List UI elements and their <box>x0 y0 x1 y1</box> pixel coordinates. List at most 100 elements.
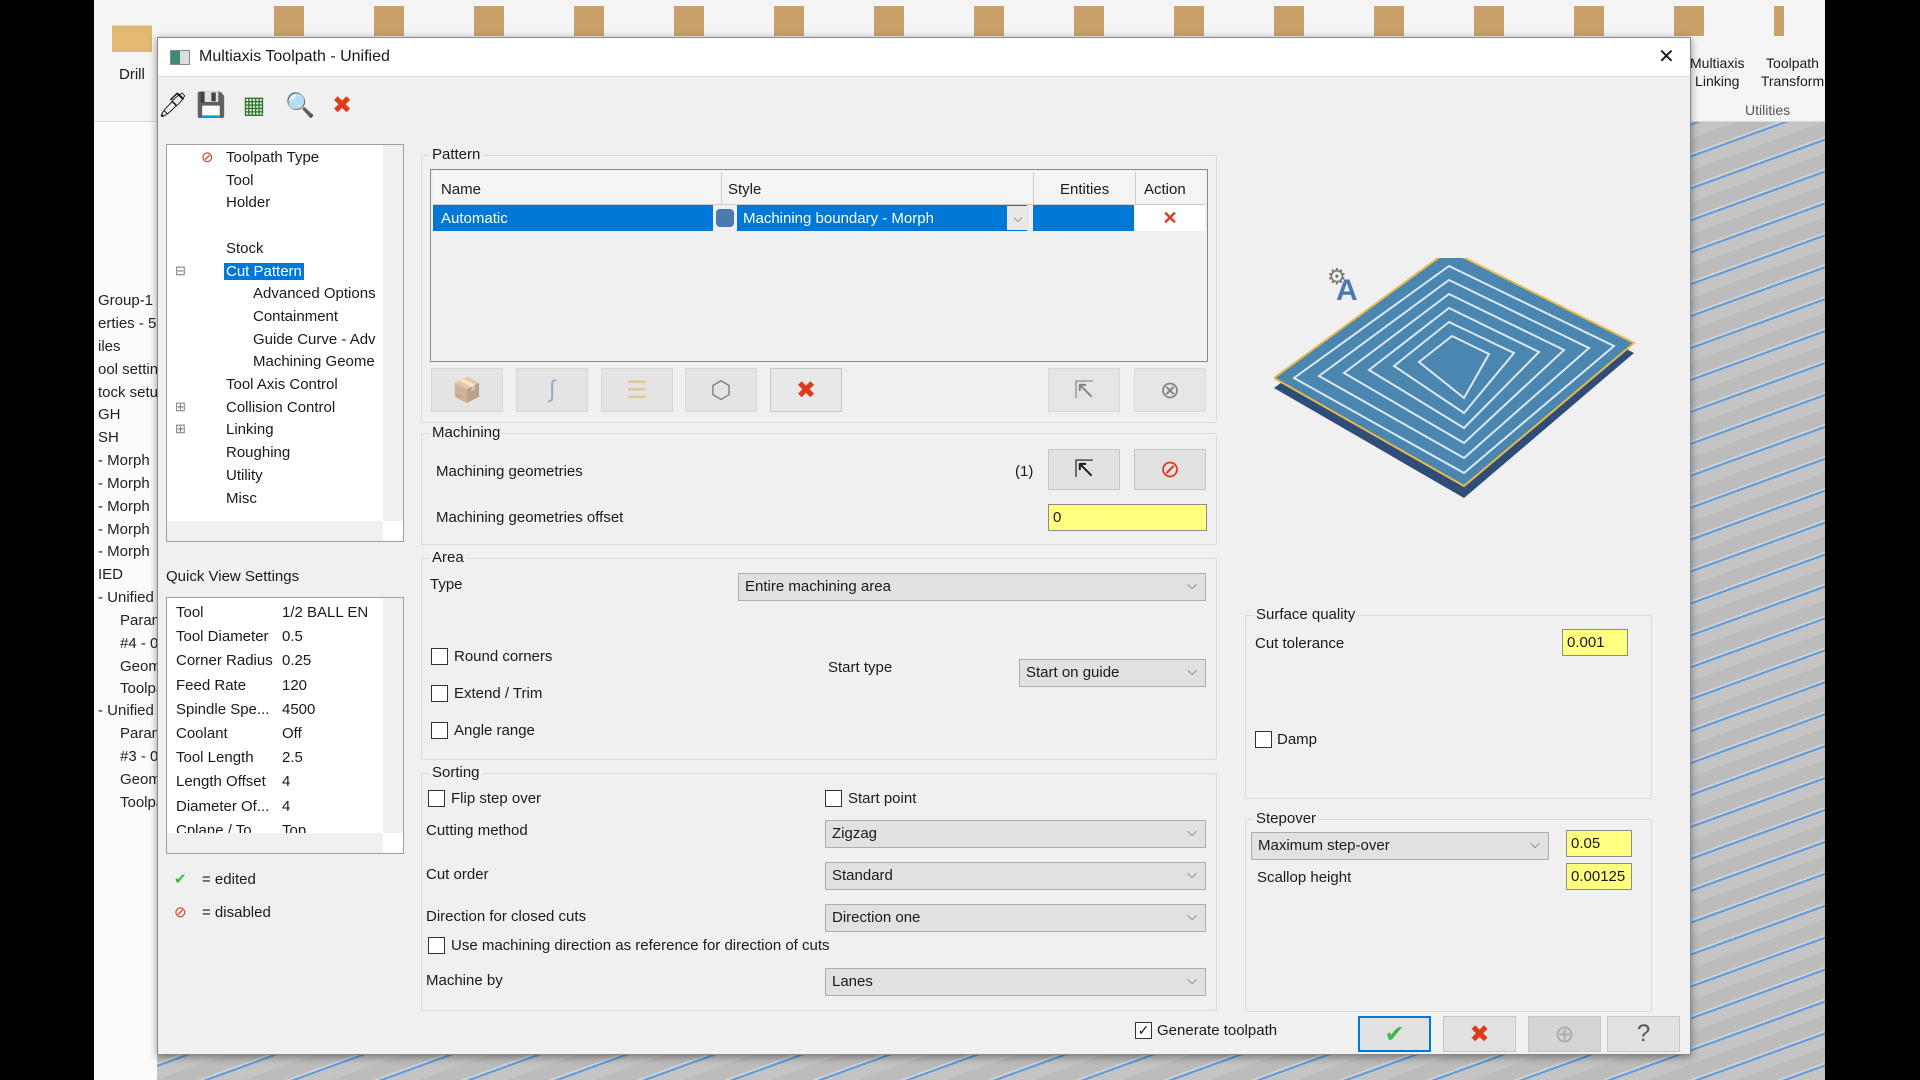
tree-item[interactable]: Roughing <box>226 444 290 461</box>
tree-hscroll[interactable] <box>167 521 383 541</box>
tree-item[interactable]: Linking <box>226 421 274 438</box>
stepover-value-input[interactable]: 0.05 <box>1566 830 1632 857</box>
app-tree-item[interactable]: iles <box>98 338 121 355</box>
app-tree-item[interactable]: - Morph <box>98 543 150 560</box>
tree-item[interactable]: Containment <box>253 308 338 325</box>
cutting-method-select[interactable]: Zigzag <box>825 820 1206 848</box>
type-select[interactable]: Entire machining area <box>738 573 1206 601</box>
tree-item[interactable]: Guide Curve - Adv <box>253 331 376 348</box>
app-tree-item[interactable]: GH <box>98 406 121 423</box>
disabled-icon: ⊘ <box>201 149 214 166</box>
toolpath-transform-label[interactable]: Toolpath Transform <box>1760 54 1825 90</box>
scallop-height-input[interactable]: 0.00125 <box>1566 863 1632 890</box>
tree-item[interactable]: Toolpath Type <box>226 149 319 166</box>
close-icon[interactable]: ✕ <box>1658 44 1675 69</box>
row-style[interactable]: Machining boundary - Morph <box>737 205 1027 231</box>
deselect-button-disabled[interactable]: ⊗ <box>1134 368 1206 412</box>
add-axis-button[interactable]: ⬡ <box>685 368 757 412</box>
app-tree-item[interactable]: Param <box>120 725 157 742</box>
tree-item[interactable]: Advanced Options <box>253 285 376 302</box>
cut-order-select[interactable]: Standard <box>825 862 1206 890</box>
col-name[interactable]: Name <box>441 181 481 198</box>
use-machining-direction-checkbox[interactable] <box>428 937 445 954</box>
save-as-icon[interactable]: ▦ <box>236 87 272 123</box>
app-tree-item[interactable]: SH <box>98 429 119 446</box>
tree-item[interactable]: Utility <box>226 467 263 484</box>
app-tree-item[interactable]: - Morph <box>98 498 150 515</box>
table-row[interactable]: Automatic Machining boundary - Morph ⌵ ✕ <box>433 205 1205 231</box>
col-action[interactable]: Action <box>1135 172 1186 205</box>
extend-trim-checkbox[interactable] <box>431 685 448 702</box>
tree-item[interactable]: Stock <box>226 240 264 257</box>
style-dropdown-button[interactable]: ⌵ <box>1007 206 1029 230</box>
flip-step-over-checkbox[interactable] <box>428 790 445 807</box>
app-tree-item[interactable]: - Morph <box>98 452 150 469</box>
tree-item[interactable]: Machining Geome <box>253 353 375 370</box>
app-tree-item[interactable]: Toolpa <box>120 680 157 697</box>
tool-icon[interactable]: 🖊 <box>155 87 191 123</box>
app-tree-item[interactable]: Group-1 <box>98 292 153 309</box>
start-point-checkbox[interactable] <box>825 790 842 807</box>
pattern-grid[interactable]: Name Style Entities Action Automatic Mac… <box>430 169 1208 362</box>
app-tree-item[interactable]: #3 - 0 <box>120 748 157 765</box>
qv-vscroll[interactable] <box>383 598 403 833</box>
close-window-icon[interactable]: ✖ <box>324 87 360 123</box>
cancel-button[interactable]: ✖ <box>1443 1016 1516 1052</box>
add-geometry-button[interactable]: 📦 <box>431 368 503 412</box>
round-corners-checkbox[interactable] <box>431 648 448 665</box>
damp-checkbox[interactable] <box>1255 731 1272 748</box>
delete-row-icon[interactable]: ✕ <box>1135 205 1205 231</box>
add-plane-button[interactable]: ☰ <box>601 368 673 412</box>
ok-button[interactable]: ✔ <box>1358 1016 1431 1052</box>
toolpath-manager-tree[interactable]: Group-1 erties - 5 iles ool settin tock setu… <box>94 122 157 1080</box>
start-type-select[interactable]: Start on guide <box>1019 659 1206 687</box>
clear-geometries-button[interactable]: ⊘ <box>1134 449 1206 490</box>
tree-item[interactable]: Holder <box>226 194 270 211</box>
tree-item[interactable]: Collision Control <box>226 399 335 416</box>
app-tree-item[interactable]: Geome <box>120 771 157 788</box>
quick-view-list[interactable]: Tool 1/2 BALL EN Tool Diameter 0.5 Corner Ra… <box>166 597 404 854</box>
tree-vscroll[interactable] <box>383 145 403 521</box>
tree-item[interactable]: Tool Axis Control <box>226 376 338 393</box>
offset-input[interactable]: 0 <box>1048 504 1207 531</box>
expand-icon[interactable]: ⊞ <box>175 399 186 415</box>
select-geometries-button[interactable]: ⇱ <box>1048 449 1120 490</box>
cut-tolerance-input[interactable]: 0.001 <box>1562 629 1628 656</box>
app-tree-item[interactable]: - Morph <box>98 521 150 538</box>
add-curve-button[interactable]: ∫ <box>516 368 588 412</box>
angle-range-checkbox[interactable] <box>431 722 448 739</box>
app-tree-item[interactable]: Toolpa <box>120 794 157 811</box>
app-tree-item[interactable]: IED <box>98 566 123 583</box>
expand-icon[interactable]: ⊞ <box>175 421 186 437</box>
generate-toolpath-checkbox[interactable]: ✓ <box>1135 1022 1152 1039</box>
col-style[interactable]: Style <box>721 172 761 205</box>
app-tree-item[interactable]: erties - 5 <box>98 315 156 332</box>
row-name[interactable]: Automatic <box>433 205 713 231</box>
app-tree-item[interactable]: Geome <box>120 658 157 675</box>
app-tree-item[interactable]: - Unified <box>98 702 154 719</box>
drill-icon[interactable] <box>112 8 152 52</box>
direction-select[interactable]: Direction one <box>825 904 1206 932</box>
machine-by-select[interactable]: Lanes <box>825 968 1206 996</box>
qv-hscroll[interactable] <box>167 833 383 853</box>
apply-add-button[interactable]: ⊕ <box>1528 1016 1601 1052</box>
col-entities[interactable]: Entities <box>1033 172 1109 205</box>
app-tree-item[interactable]: - Morph <box>98 475 150 492</box>
app-tree-item[interactable]: tock setu <box>98 384 157 401</box>
app-tree-item[interactable]: ool settin <box>98 361 157 378</box>
help-button[interactable]: ? <box>1607 1016 1680 1052</box>
save-icon[interactable]: 💾 <box>193 87 229 123</box>
app-tree-item[interactable]: - Unified <box>98 589 154 606</box>
tree-item[interactable]: Tool <box>226 172 254 189</box>
remove-all-button[interactable]: ✖ <box>770 368 842 412</box>
tree-item[interactable]: Misc <box>226 490 257 507</box>
tree-item[interactable]: Cut Pattern <box>224 262 304 280</box>
preview-icon[interactable]: 🔍 <box>282 87 318 123</box>
collapse-icon[interactable]: ⊟ <box>175 263 186 279</box>
select-button-disabled[interactable]: ⇱ <box>1048 368 1120 412</box>
parameter-tree[interactable]: Toolpath Type ⊘ Tool Holder Stock Cut Pattern… <box>166 144 404 542</box>
app-tree-item[interactable]: Param <box>120 612 157 629</box>
stepover-mode-select[interactable]: Maximum step-over <box>1251 832 1549 860</box>
app-tree-item[interactable]: #4 - 0 <box>120 635 157 652</box>
multiaxis-linking-label[interactable]: Multiaxis Linking <box>1690 54 1744 90</box>
